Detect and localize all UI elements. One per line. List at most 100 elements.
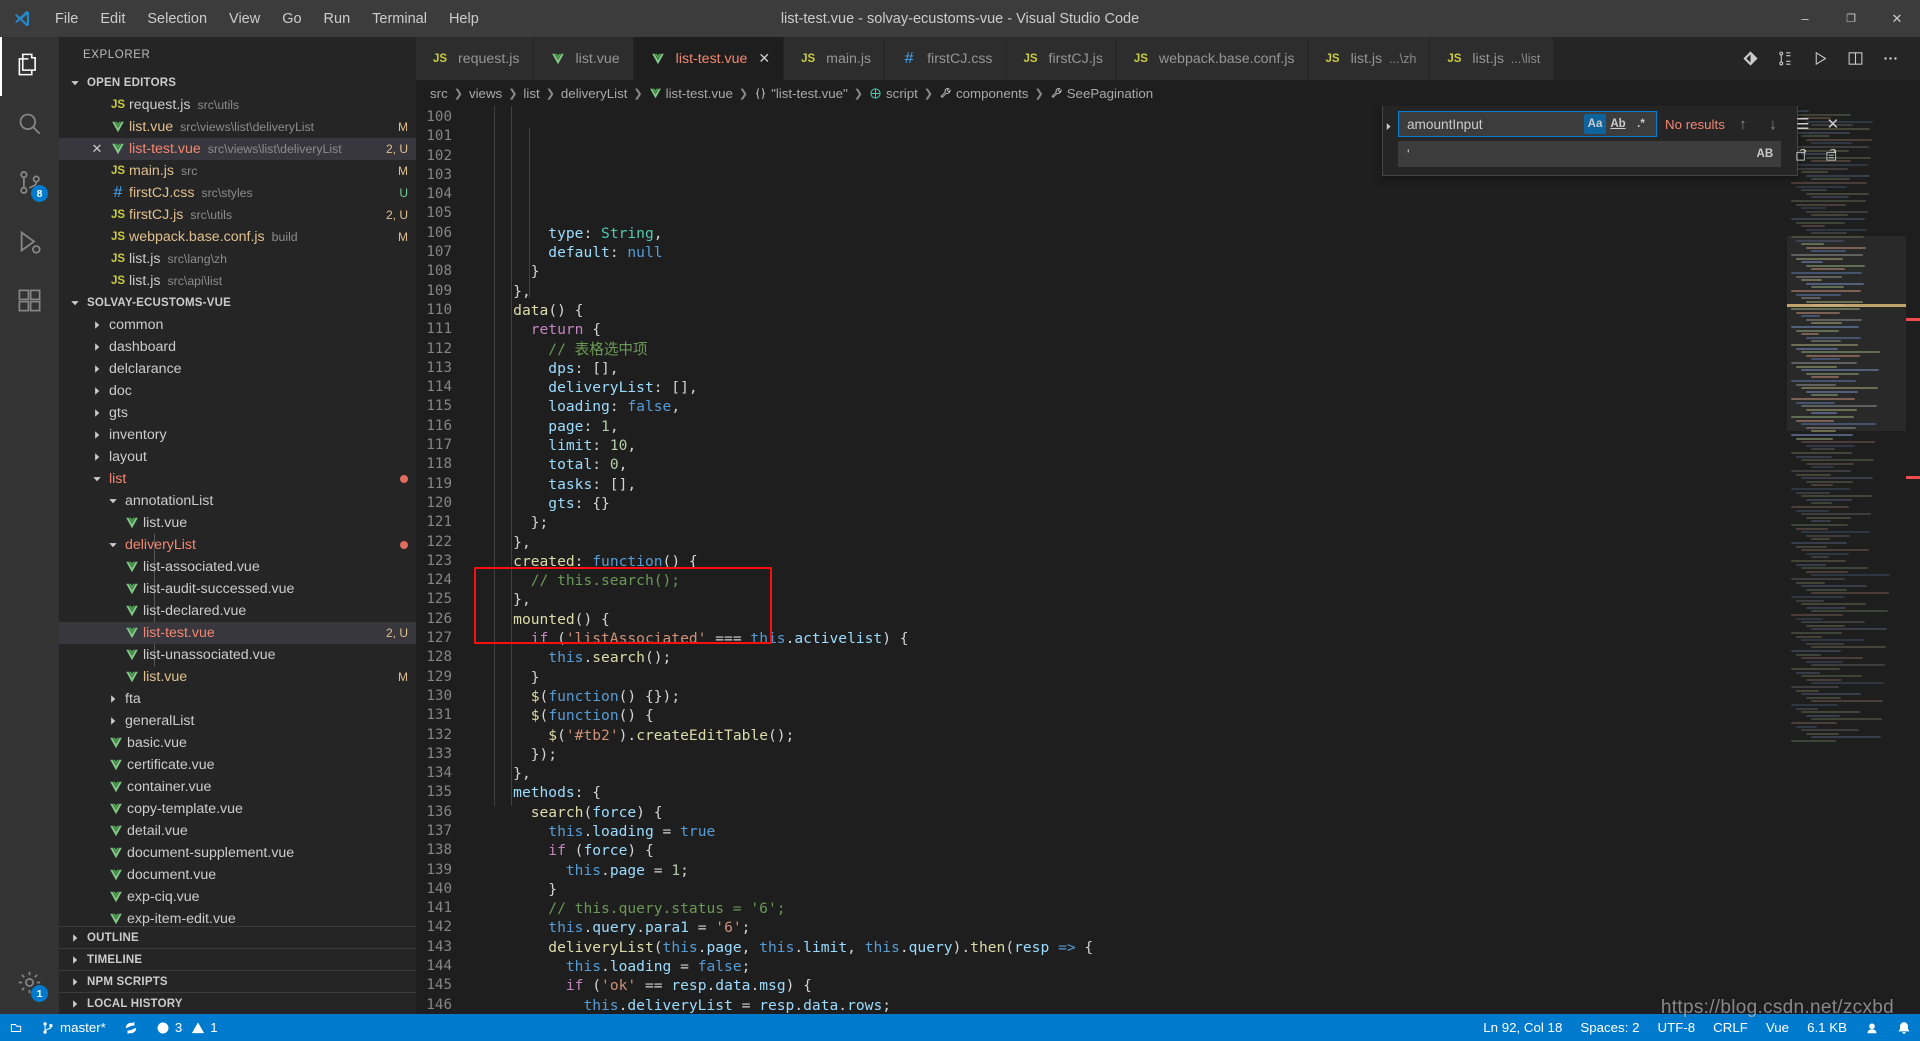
match-case-toggle[interactable]: Aa	[1584, 114, 1606, 134]
open-editor-item[interactable]: ✕ list-test.vue src\views\list\deliveryLis…	[59, 138, 416, 160]
activity-run-debug[interactable]	[0, 214, 59, 273]
find-replace-widget[interactable]: Aa Ab .* No results ↑ ↓ ☰ ✕	[1382, 106, 1839, 176]
regex-toggle[interactable]: .*	[1630, 114, 1652, 134]
find-input[interactable]	[1407, 116, 1584, 132]
menu-selection[interactable]: Selection	[136, 6, 218, 32]
breadcrumb-item[interactable]: deliveryList	[561, 86, 628, 101]
tree-file-row[interactable]: list-test.vue 2, U	[59, 622, 416, 644]
close-icon[interactable]: ✕	[758, 50, 770, 67]
close-button[interactable]: ✕	[1874, 0, 1920, 37]
section-project-root[interactable]: SOLVAY-ECUSTOMS-VUE	[59, 292, 416, 314]
remote-indicator[interactable]	[0, 1014, 32, 1041]
open-editor-item[interactable]: JS list.js src\api\list	[59, 270, 416, 292]
open-editor-item[interactable]: JS firstCJ.js src\utils 2, U	[59, 204, 416, 226]
find-in-selection-button[interactable]: ☰	[1791, 113, 1815, 135]
section-timeline[interactable]: TIMELINE	[59, 948, 416, 970]
menu-view[interactable]: View	[218, 6, 271, 32]
breadcrumb-item[interactable]: src	[430, 86, 448, 101]
replace-input-wrap[interactable]: AB	[1398, 141, 1781, 167]
minimap[interactable]	[1786, 106, 1906, 1014]
problems-indicator[interactable]: 3 1	[147, 1014, 227, 1041]
editor-tab[interactable]: JS firstCJ.js	[1006, 37, 1117, 80]
breadcrumb[interactable]: src ❯ views ❯ list ❯ deliveryList ❯ list-test.vu…	[416, 80, 1920, 106]
end-of-line[interactable]: CRLF	[1704, 1014, 1757, 1041]
find-input-wrap[interactable]: Aa Ab .*	[1398, 111, 1657, 137]
open-editor-item[interactable]: JS list.js src\lang\zh	[59, 248, 416, 270]
language-mode[interactable]: Vue	[1757, 1014, 1798, 1041]
menu-bar[interactable]: File Edit Selection View Go Run Terminal…	[44, 6, 490, 32]
tree-file-row[interactable]: list.vue	[59, 512, 416, 534]
menu-help[interactable]: Help	[438, 6, 490, 32]
breadcrumb-item[interactable]: SeePagination	[1050, 86, 1153, 101]
menu-file[interactable]: File	[44, 6, 89, 32]
tree-folder-row[interactable]: fta	[59, 688, 416, 710]
editor-tab[interactable]: JS list.js ...\zh	[1308, 37, 1431, 80]
replace-input[interactable]	[1407, 146, 1754, 162]
tree-folder-row[interactable]: dashboard	[59, 336, 416, 358]
open-editor-item[interactable]: # firstCJ.css src\styles U	[59, 182, 416, 204]
cursor-position[interactable]: Ln 92, Col 18	[1474, 1014, 1571, 1041]
tree-folder-row[interactable]: inventory	[59, 424, 416, 446]
tree-folder-row[interactable]: generalList	[59, 710, 416, 732]
menu-terminal[interactable]: Terminal	[361, 6, 438, 32]
sync-changes[interactable]	[115, 1014, 147, 1041]
breadcrumb-item[interactable]: views	[469, 86, 502, 101]
section-outline[interactable]: OUTLINE	[59, 926, 416, 948]
tree-folder-row[interactable]: gts	[59, 402, 416, 424]
activity-settings[interactable]: 1	[0, 955, 59, 1014]
section-local-history[interactable]: LOCAL HISTORY	[59, 992, 416, 1014]
breadcrumb-item[interactable]: list	[523, 86, 539, 101]
tree-file-row[interactable]: certificate.vue	[59, 754, 416, 776]
whole-word-toggle[interactable]: Ab	[1607, 114, 1629, 134]
find-previous-button[interactable]: ↑	[1731, 113, 1755, 135]
replace-all-icon[interactable]	[1821, 143, 1845, 165]
tree-file-row[interactable]: document-supplement.vue	[59, 842, 416, 864]
source-control-icon[interactable]	[1733, 37, 1768, 80]
breadcrumb-item[interactable]: script	[869, 86, 918, 101]
split-editor-icon[interactable]	[1838, 37, 1873, 80]
editor-tab[interactable]: list-test.vue ✕	[633, 37, 785, 80]
tree-file-row[interactable]: list-associated.vue	[59, 556, 416, 578]
breadcrumb-item[interactable]: "list-test.vue"	[754, 86, 848, 101]
open-editor-item[interactable]: list.vue src\views\list\deliveryList M	[59, 116, 416, 138]
menu-run[interactable]: Run	[313, 6, 362, 32]
editor-tab[interactable]: # firstCJ.css	[885, 37, 1007, 80]
section-open-editors[interactable]: OPEN EDITORS	[59, 72, 416, 94]
feedback-button[interactable]	[1856, 1014, 1888, 1041]
activity-extensions[interactable]	[0, 273, 59, 332]
editor-tab[interactable]: list.vue	[533, 37, 634, 80]
tree-folder-row[interactable]: common	[59, 314, 416, 336]
open-editor-item[interactable]: JS main.js src M	[59, 160, 416, 182]
run-icon[interactable]	[1803, 37, 1838, 80]
activity-source-control[interactable]: 8	[0, 155, 59, 214]
editor-tab[interactable]: JS webpack.base.conf.js	[1116, 37, 1309, 80]
tree-file-row[interactable]: basic.vue	[59, 732, 416, 754]
tree-folder-row[interactable]: doc	[59, 380, 416, 402]
menu-edit[interactable]: Edit	[89, 6, 136, 32]
tree-folder-row[interactable]: list	[59, 468, 416, 490]
find-close-button[interactable]: ✕	[1821, 113, 1845, 135]
tree-folder-row[interactable]: annotationList	[59, 490, 416, 512]
tree-folder-row[interactable]: deliveryList	[59, 534, 416, 556]
close-icon[interactable]: ✕	[87, 141, 107, 157]
breadcrumb-item[interactable]: components	[939, 86, 1028, 101]
encoding[interactable]: UTF-8	[1649, 1014, 1705, 1041]
tree-file-row[interactable]: copy-template.vue	[59, 798, 416, 820]
git-branch[interactable]: master*	[32, 1014, 115, 1041]
notifications-bell-icon[interactable]	[1888, 1014, 1920, 1041]
tree-file-row[interactable]: exp-item-edit.vue	[59, 908, 416, 926]
more-actions-icon[interactable]	[1873, 37, 1908, 80]
preserve-case-toggle[interactable]: AB	[1754, 144, 1776, 164]
tree-file-row[interactable]: list-audit-successed.vue	[59, 578, 416, 600]
tree-file-row[interactable]: list-unassociated.vue	[59, 644, 416, 666]
maximize-button[interactable]: ❐	[1828, 0, 1874, 37]
tree-file-row[interactable]: list.vue M	[59, 666, 416, 688]
open-editor-item[interactable]: JS webpack.base.conf.js build M	[59, 226, 416, 248]
activity-explorer[interactable]	[0, 37, 59, 96]
activity-search[interactable]	[0, 96, 59, 155]
tree-file-row[interactable]: list-declared.vue	[59, 600, 416, 622]
split-changes-icon[interactable]	[1768, 37, 1803, 80]
breadcrumb-item[interactable]: list-test.vue	[649, 86, 733, 101]
minimize-button[interactable]: –	[1782, 0, 1828, 37]
tree-file-row[interactable]: document.vue	[59, 864, 416, 886]
